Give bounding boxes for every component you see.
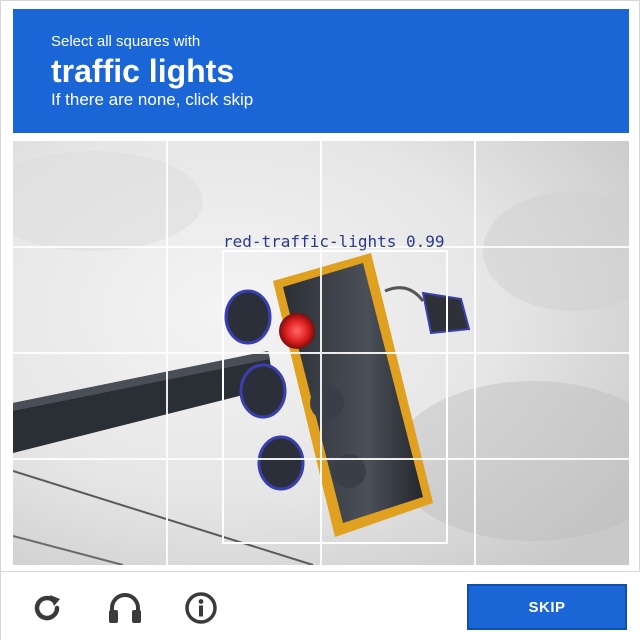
- target-object-text: traffic lights: [51, 53, 235, 89]
- captcha-frame: Select all squares with traffic lights I…: [0, 0, 640, 641]
- grid-tile-r1c4[interactable]: [475, 141, 629, 247]
- captcha-footer: SKIP: [1, 571, 640, 641]
- skip-hint-text: If there are none, click skip: [51, 90, 254, 109]
- grid-tile-r2c4[interactable]: [475, 247, 629, 353]
- info-icon: [185, 592, 217, 624]
- captcha-header: Select all squares with traffic lights I…: [13, 9, 629, 133]
- info-button[interactable]: [181, 588, 221, 628]
- grid-tile-r4c2[interactable]: [167, 459, 321, 565]
- challenge-image-grid: red-traffic-lights 0.99: [13, 141, 629, 565]
- grid-tile-r3c4[interactable]: [475, 353, 629, 459]
- detection-label: red-traffic-lights 0.99: [223, 232, 445, 251]
- grid-tile-r2c1[interactable]: [13, 247, 167, 353]
- headphones-icon: [109, 593, 141, 623]
- grid-tile-r4c4[interactable]: [475, 459, 629, 565]
- audio-challenge-button[interactable]: [105, 588, 145, 628]
- skip-button[interactable]: SKIP: [467, 584, 627, 630]
- reload-icon: [34, 595, 60, 621]
- grid-tile-r1c1[interactable]: [13, 141, 167, 247]
- grid-tile-r4c3[interactable]: [321, 459, 475, 565]
- instruction-text: Select all squares with: [51, 33, 201, 50]
- grid-tile-r2c2[interactable]: [167, 247, 321, 353]
- grid-tile-r3c3[interactable]: [321, 353, 475, 459]
- grid-tile-r3c1[interactable]: [13, 353, 167, 459]
- grid-tile-r3c2[interactable]: [167, 353, 321, 459]
- reload-button[interactable]: [27, 588, 67, 628]
- grid-tile-r4c1[interactable]: [13, 459, 167, 565]
- grid-tile-r2c3[interactable]: [321, 247, 475, 353]
